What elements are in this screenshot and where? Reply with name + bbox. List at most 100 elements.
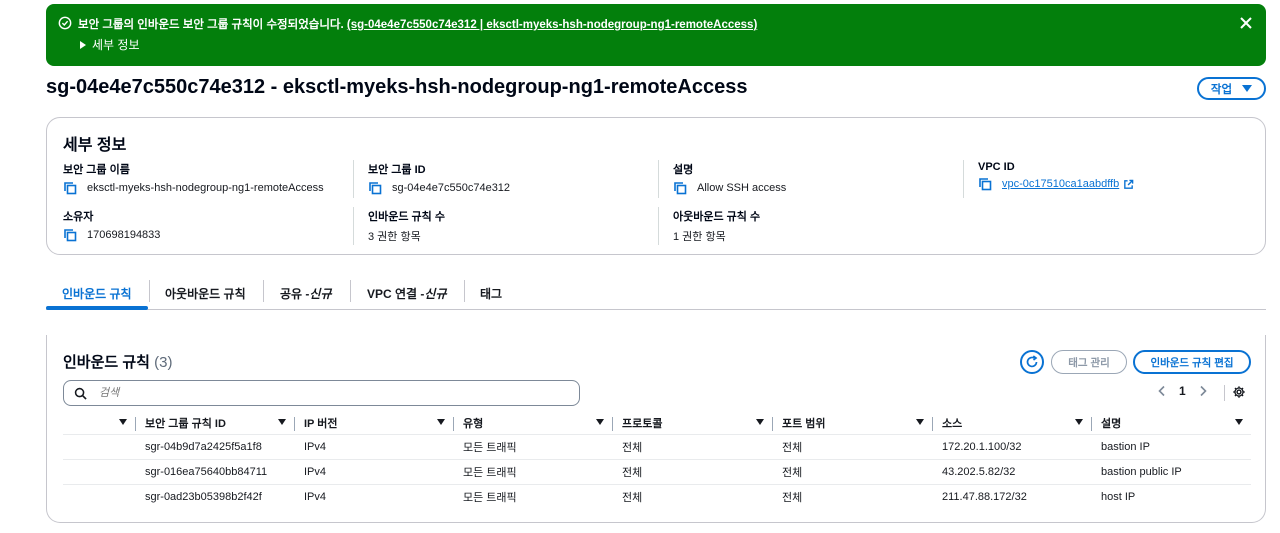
tab-inbound-label: 인바운드 규칙 bbox=[62, 287, 132, 301]
page-title: sg-04e4e7c550c74e312 - eksctl-myeks-hsh-… bbox=[46, 76, 748, 98]
outbound-count-label: 아웃바운드 규칙 수 bbox=[673, 211, 761, 223]
refresh-button[interactable] bbox=[1020, 350, 1044, 374]
type-cell: 모든 트래픽 bbox=[453, 459, 612, 485]
table-row[interactable]: sgr-0ad23b05398b2f42f IPv4 모든 트래픽 전체 전체 … bbox=[63, 484, 1251, 509]
sort-icon bbox=[119, 419, 127, 425]
row-select-cell[interactable] bbox=[63, 434, 135, 460]
current-page[interactable]: 1 bbox=[1179, 384, 1186, 398]
column-header-ip-version[interactable]: IP 버전 bbox=[294, 413, 453, 435]
divider bbox=[353, 160, 354, 198]
column-header-label: 설명 bbox=[1101, 418, 1122, 431]
tab-sharing[interactable]: 공유 - 신규 bbox=[280, 276, 332, 309]
tab-outbound-label: 아웃바운드 규칙 bbox=[165, 287, 246, 301]
source-cell: 43.202.5.82/32 bbox=[932, 459, 1091, 485]
sg-name-value: eksctl-myeks-hsh-nodegroup-ng1-remoteAcc… bbox=[87, 182, 324, 194]
tab-vpc-assoc-new: 신규 bbox=[424, 287, 447, 301]
inbound-count-field: 인바운드 규칙 수 3 권한 항목 bbox=[368, 208, 445, 244]
inbound-rules-title: 인바운드 규칙 (3) bbox=[63, 351, 172, 372]
copy-icon[interactable] bbox=[978, 177, 992, 191]
gear-icon[interactable] bbox=[1232, 385, 1246, 399]
column-header-port-range[interactable]: 포트 범위 bbox=[772, 413, 932, 435]
column-header-select[interactable] bbox=[63, 413, 135, 435]
chevron-right-icon[interactable] bbox=[1198, 385, 1208, 397]
description-cell: host IP bbox=[1101, 490, 1136, 503]
outbound-count-value: 1 권한 항목 bbox=[673, 231, 726, 243]
column-header-protocol[interactable]: 프로토콜 bbox=[612, 413, 772, 435]
success-flash-banner: 보안 그룹의 인바운드 보안 그룹 규칙이 수정되었습니다. (sg-04e4e… bbox=[46, 4, 1266, 66]
description-field: 설명 Allow SSH access bbox=[673, 161, 786, 195]
tab-sharing-label: 공유 - bbox=[280, 287, 310, 301]
column-header-label: 포트 범위 bbox=[782, 418, 826, 431]
caret-down-icon bbox=[1242, 85, 1253, 92]
vpc-id-link[interactable]: vpc-0c17510ca1aabdffb bbox=[1002, 178, 1119, 190]
tab-divider bbox=[464, 280, 465, 302]
divider bbox=[658, 207, 659, 245]
tab-tags[interactable]: 태그 bbox=[480, 276, 502, 309]
actions-dropdown-button[interactable]: 작업 bbox=[1197, 77, 1266, 100]
flash-message: 보안 그룹의 인바운드 보안 그룹 규칙이 수정되었습니다. (sg-04e4e… bbox=[78, 16, 757, 32]
sg-id-label: 보안 그룹 ID bbox=[368, 164, 426, 176]
column-header-label: IP 버전 bbox=[304, 418, 338, 431]
inbound-count-value: 3 권한 항목 bbox=[368, 231, 421, 243]
flash-resource-link[interactable]: (sg-04e4e7c550c74e312 | eksctl-myeks-hsh… bbox=[347, 19, 757, 31]
inbound-rules-title-text: 인바운드 규칙 bbox=[63, 354, 150, 371]
tab-tags-label: 태그 bbox=[480, 287, 503, 301]
tab-outbound-rules[interactable]: 아웃바운드 규칙 bbox=[165, 276, 246, 309]
inbound-rules-count: (3) bbox=[154, 354, 173, 371]
sort-icon bbox=[278, 419, 286, 425]
copy-icon[interactable] bbox=[63, 181, 77, 195]
table-header-row: 보안 그룹 규칙 ID IP 버전 유형 프로토콜 포트 범위 소스 설명 bbox=[63, 413, 1251, 435]
row-select-cell[interactable] bbox=[63, 484, 135, 509]
vpc-id-field: VPC ID vpc-0c17510ca1aabdffb bbox=[978, 161, 1134, 191]
port-range-cell: 전체 bbox=[772, 434, 932, 460]
description-value: Allow SSH access bbox=[697, 182, 787, 194]
port-range-cell: 전체 bbox=[782, 491, 803, 504]
column-header-label: 소스 bbox=[942, 418, 963, 431]
ip-version-cell: IPv4 bbox=[294, 434, 453, 460]
divider bbox=[963, 160, 964, 198]
sort-icon bbox=[916, 419, 924, 425]
row-select-cell[interactable] bbox=[63, 459, 135, 485]
table-row[interactable]: sgr-04b9d7a2425f5a1f8 IPv4 모든 트래픽 전체 전체 … bbox=[63, 434, 1251, 460]
tab-sharing-new: 신규 bbox=[309, 287, 332, 301]
copy-icon[interactable] bbox=[368, 181, 382, 195]
pagination: 1 bbox=[1157, 384, 1208, 398]
description-label: 설명 bbox=[673, 164, 694, 176]
column-header-label: 보안 그룹 규칙 ID bbox=[145, 418, 226, 431]
manage-tags-button[interactable]: 태그 관리 bbox=[1051, 350, 1127, 374]
copy-icon[interactable] bbox=[63, 228, 77, 242]
rule-id-cell: sgr-04b9d7a2425f5a1f8 bbox=[135, 434, 294, 460]
tab-divider bbox=[263, 280, 264, 302]
inbound-rules-table: 보안 그룹 규칙 ID IP 버전 유형 프로토콜 포트 범위 소스 설명 sg… bbox=[63, 413, 1251, 509]
copy-icon[interactable] bbox=[673, 181, 687, 195]
ip-version-cell: IPv4 bbox=[294, 459, 453, 485]
column-header-label: 유형 bbox=[463, 418, 484, 431]
column-header-source[interactable]: 소스 bbox=[932, 413, 1091, 435]
success-check-icon bbox=[58, 16, 72, 30]
sg-name-field: 보안 그룹 이름 eksctl-myeks-hsh-nodegroup-ng1-… bbox=[63, 161, 324, 195]
search-input[interactable] bbox=[97, 386, 557, 400]
edit-inbound-rules-button[interactable]: 인바운드 규칙 편집 bbox=[1133, 350, 1251, 374]
tab-inbound-rules[interactable]: 인바운드 규칙 bbox=[62, 276, 132, 309]
sort-icon bbox=[1075, 419, 1083, 425]
column-header-label: 프로토콜 bbox=[622, 418, 663, 431]
sg-id-value: sg-04e4e7c550c74e312 bbox=[392, 182, 511, 194]
column-header-type[interactable]: 유형 bbox=[453, 413, 612, 435]
description-cell: bastion IP bbox=[1091, 434, 1251, 460]
source-cell: 172.20.1.100/32 bbox=[932, 434, 1091, 460]
search-box[interactable] bbox=[63, 380, 580, 406]
close-icon[interactable] bbox=[1238, 15, 1254, 31]
chevron-left-icon[interactable] bbox=[1157, 385, 1167, 397]
refresh-icon bbox=[1026, 355, 1038, 368]
tab-vpc-association[interactable]: VPC 연결 - 신규 bbox=[367, 276, 447, 309]
column-header-description[interactable]: 설명 bbox=[1091, 413, 1251, 435]
flash-details-label: 세부 정보 bbox=[92, 38, 140, 52]
owner-label: 소유자 bbox=[63, 211, 94, 223]
sg-name-label: 보안 그룹 이름 bbox=[63, 164, 130, 176]
table-row[interactable]: sgr-016ea75640bb84711 IPv4 모든 트래픽 전체 전체 … bbox=[63, 459, 1251, 485]
column-header-rule-id[interactable]: 보안 그룹 규칙 ID bbox=[135, 413, 294, 435]
flash-details-toggle[interactable]: 세부 정보 bbox=[80, 36, 140, 53]
flash-message-text: 보안 그룹의 인바운드 보안 그룹 규칙이 수정되었습니다. bbox=[78, 19, 344, 31]
type-cell: 모든 트래픽 bbox=[463, 491, 517, 504]
active-tab-indicator bbox=[46, 306, 148, 310]
